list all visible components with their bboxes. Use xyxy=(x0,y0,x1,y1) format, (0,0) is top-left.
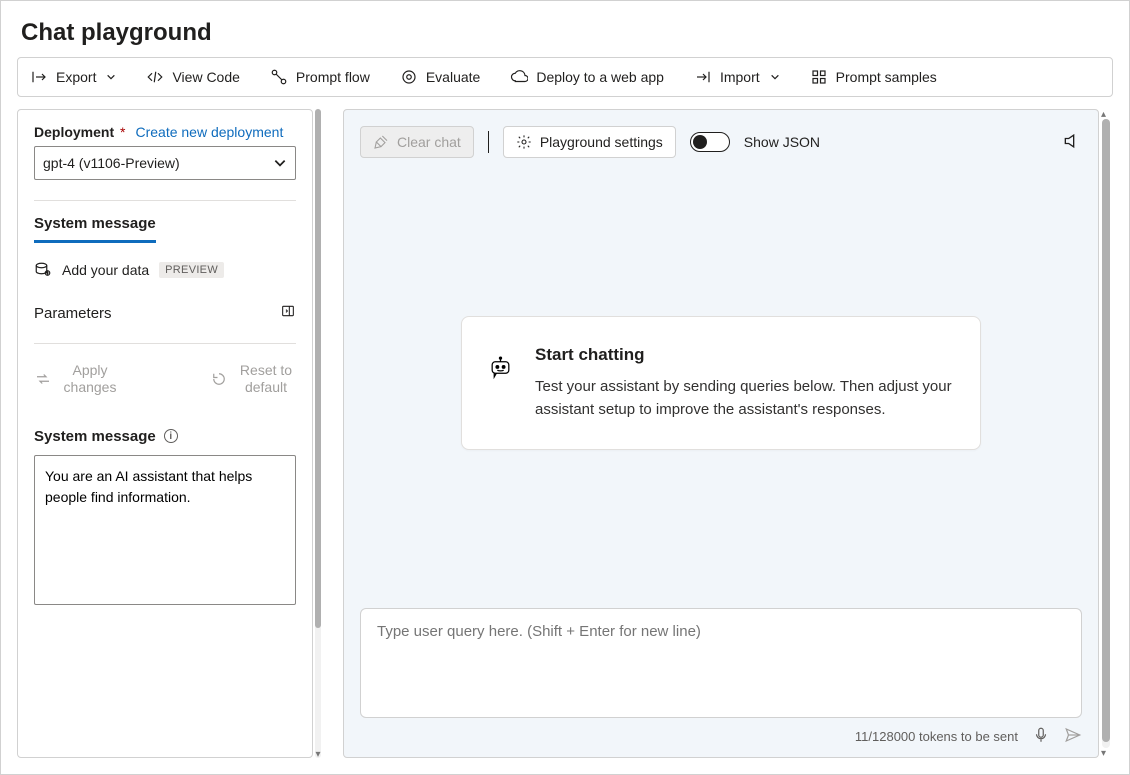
divider xyxy=(34,343,296,344)
scroll-down-icon: ▾ xyxy=(1101,748,1111,758)
chevron-down-icon xyxy=(273,156,287,170)
playground-settings-label: Playground settings xyxy=(540,134,663,150)
expand-panel-icon xyxy=(280,303,296,319)
broom-icon xyxy=(373,134,389,150)
clear-chat-button[interactable]: Clear chat xyxy=(360,126,474,158)
deployment-select-value: gpt-4 (v1106-Preview) xyxy=(43,155,180,171)
view-code-button[interactable]: View Code xyxy=(144,64,241,90)
parameters-expand[interactable] xyxy=(280,303,296,323)
data-icon xyxy=(34,261,52,279)
chat-panel: Clear chat Playground settings Show JSON xyxy=(343,109,1099,758)
add-your-data-row[interactable]: Add your data PREVIEW xyxy=(34,261,296,279)
info-icon[interactable]: i xyxy=(164,429,178,443)
start-chat-body: Test your assistant by sending queries b… xyxy=(535,375,954,422)
prompt-flow-icon xyxy=(270,68,288,86)
prompt-flow-label: Prompt flow xyxy=(296,69,370,85)
system-message-input[interactable] xyxy=(34,455,296,605)
show-json-toggle[interactable] xyxy=(690,132,730,152)
evaluate-label: Evaluate xyxy=(426,69,480,85)
apply-changes-button[interactable]: Apply changes xyxy=(34,362,120,396)
code-icon xyxy=(146,68,164,86)
playground-settings-button[interactable]: Playground settings xyxy=(503,126,676,158)
export-icon xyxy=(30,68,48,86)
scroll-up-icon: ▴ xyxy=(1101,109,1111,119)
add-your-data-label: Add your data xyxy=(62,262,149,278)
view-code-label: View Code xyxy=(172,69,239,85)
scroll-down-icon: ▾ xyxy=(313,750,323,760)
chevron-down-icon xyxy=(770,72,780,82)
send-icon xyxy=(1064,726,1082,744)
divider xyxy=(34,200,296,201)
main-toolbar: Export View Code Prompt flow Evaluate De… xyxy=(17,57,1113,97)
right-scrollbar[interactable]: ▴ ▾ xyxy=(1099,109,1113,758)
gear-icon xyxy=(516,134,532,150)
page-title: Chat playground xyxy=(1,1,1129,57)
clear-chat-label: Clear chat xyxy=(397,134,461,150)
swap-icon xyxy=(34,370,52,388)
setup-panel: Deployment * Create new deployment gpt-4… xyxy=(17,109,313,758)
start-chat-card: Start chatting Test your assistant by se… xyxy=(461,316,981,451)
chevron-down-icon xyxy=(106,72,116,82)
deployment-label: Deployment * xyxy=(34,124,125,140)
divider xyxy=(488,131,489,153)
evaluate-button[interactable]: Evaluate xyxy=(398,64,482,90)
export-label: Export xyxy=(56,69,96,85)
chat-input[interactable] xyxy=(360,608,1082,718)
prompt-flow-button[interactable]: Prompt flow xyxy=(268,64,372,90)
mic-icon xyxy=(1032,726,1050,744)
mic-button[interactable] xyxy=(1032,726,1050,747)
send-button[interactable] xyxy=(1064,726,1082,747)
deploy-label: Deploy to a web app xyxy=(536,69,664,85)
system-message-label: System message xyxy=(34,428,156,445)
import-icon xyxy=(694,68,712,86)
parameters-label: Parameters xyxy=(34,305,112,322)
speaker-button[interactable] xyxy=(1062,131,1082,154)
evaluate-icon xyxy=(400,68,418,86)
import-label: Import xyxy=(720,69,760,85)
preview-badge: PREVIEW xyxy=(159,262,224,278)
bot-icon xyxy=(488,345,513,391)
prompt-samples-label: Prompt samples xyxy=(836,69,937,85)
deploy-button[interactable]: Deploy to a web app xyxy=(508,64,666,90)
undo-icon xyxy=(210,370,228,388)
start-chat-title: Start chatting xyxy=(535,345,954,365)
prompt-samples-button[interactable]: Prompt samples xyxy=(808,64,939,90)
export-button[interactable]: Export xyxy=(28,64,118,90)
reset-default-label: Reset to default xyxy=(236,362,296,396)
left-scrollbar[interactable]: ▴ ▾ xyxy=(313,109,323,758)
grid-icon xyxy=(810,68,828,86)
deploy-icon xyxy=(510,68,528,86)
deployment-select[interactable]: gpt-4 (v1106-Preview) xyxy=(34,146,296,180)
speaker-icon xyxy=(1062,131,1082,151)
show-json-label: Show JSON xyxy=(744,134,820,150)
import-button[interactable]: Import xyxy=(692,64,782,90)
reset-default-button[interactable]: Reset to default xyxy=(210,362,296,396)
create-deployment-link[interactable]: Create new deployment xyxy=(135,124,283,140)
tab-system-message[interactable]: System message xyxy=(34,215,156,243)
apply-changes-label: Apply changes xyxy=(60,362,120,396)
token-status: 11/128000 tokens to be sent xyxy=(855,729,1018,744)
